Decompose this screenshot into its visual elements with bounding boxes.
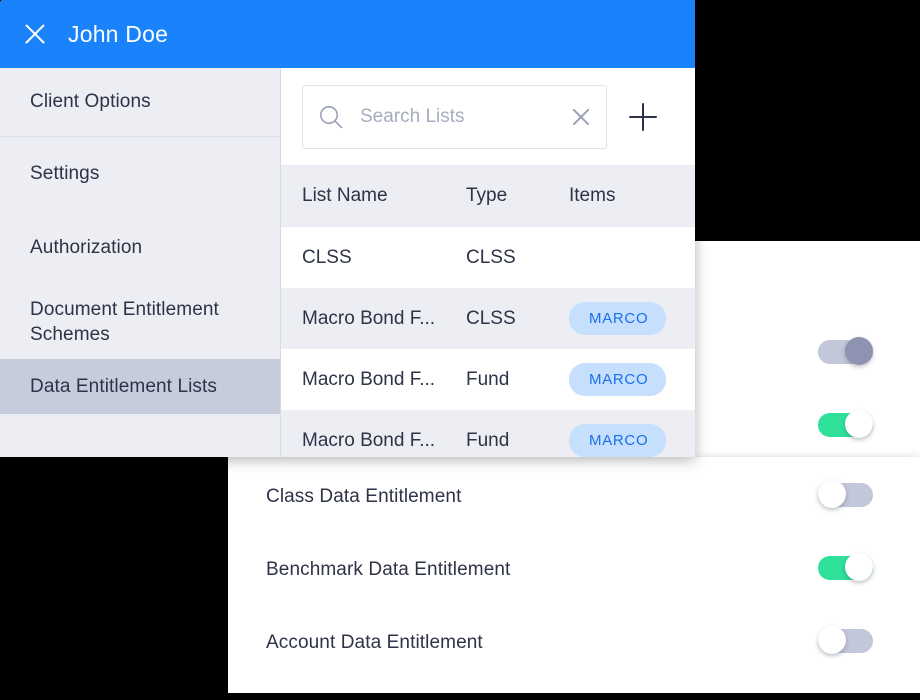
- cell-list-name: Macro Bond F...: [302, 368, 436, 390]
- lists-pane: List Name Type Items CLSS CLSS Macro Bon…: [281, 68, 695, 457]
- client-dialog: John Doe Client Options Settings Authori…: [0, 0, 695, 457]
- table-header-row: List Name Type Items: [281, 165, 695, 227]
- toggle-knob: [818, 480, 846, 508]
- entitlement-row-class-data[interactable]: Class Data Entitlement: [228, 460, 920, 533]
- sidebar-item-document-entitlement-schemes[interactable]: Document Entitlement Schemes: [0, 285, 280, 359]
- entitlement-row-benchmark-data[interactable]: Benchmark Data Entitlement: [228, 533, 920, 606]
- search-toolbar: [281, 68, 695, 165]
- items-chip: MARCO: [569, 363, 667, 396]
- table-row[interactable]: Macro Bond F... Fund MARCO: [281, 349, 695, 410]
- cell-list-name: Macro Bond F...: [302, 307, 436, 329]
- close-icon[interactable]: [20, 19, 50, 49]
- entitlement-label: Class Data Entitlement: [266, 485, 462, 507]
- items-chip: MARCO: [569, 424, 667, 457]
- table-row[interactable]: Macro Bond F... Fund MARCO: [281, 410, 695, 457]
- account-data-entitlement-toggle[interactable]: [818, 626, 873, 654]
- entitlement-toggle-wrap: [818, 410, 873, 443]
- sidebar-item-client-options[interactable]: Client Options: [0, 68, 280, 137]
- toggle-knob: [845, 337, 873, 365]
- sidebar-item-label: Document Entitlement Schemes: [30, 299, 219, 345]
- toggle-knob: [845, 410, 873, 438]
- search-icon: [318, 104, 344, 130]
- sidebar-item-label: Client Options: [30, 91, 151, 112]
- toggle-knob: [845, 553, 873, 581]
- entitlement-row-account-data[interactable]: Account Data Entitlement: [228, 606, 920, 679]
- entitlement-label: Account Data Entitlement: [266, 631, 483, 653]
- plus-icon[interactable]: [621, 95, 665, 139]
- toggle-knob: [818, 626, 846, 654]
- clear-icon[interactable]: [570, 106, 592, 128]
- dialog-sidebar: Client Options Settings Authorization Do…: [0, 68, 281, 457]
- class-data-entitlement-toggle[interactable]: [818, 480, 873, 508]
- cell-list-name: Macro Bond F...: [302, 429, 436, 451]
- dialog-titlebar: John Doe: [0, 0, 695, 68]
- benchmark-data-entitlement-toggle[interactable]: [818, 553, 873, 581]
- column-header-items: Items: [569, 185, 616, 206]
- entitlement-toggle-wrap: [818, 626, 873, 659]
- table-row[interactable]: Macro Bond F... CLSS MARCO: [281, 288, 695, 349]
- cell-type: Fund: [466, 429, 510, 451]
- sidebar-item-label: Settings: [30, 163, 100, 184]
- cell-type: Fund: [466, 368, 510, 390]
- cell-items: MARCO: [569, 363, 695, 396]
- entitlement-label: Benchmark Data Entitlement: [266, 558, 511, 580]
- sidebar-item-label: Data Entitlement Lists: [30, 375, 218, 397]
- cell-type: CLSS: [466, 246, 516, 268]
- column-header-type: Type: [466, 185, 508, 206]
- column-header-list-name: List Name: [302, 185, 388, 206]
- screen: Class Data Entitlement Benchmark Data En…: [0, 0, 920, 700]
- items-chip: MARCO: [569, 302, 667, 335]
- entitlement-toggle-wrap: [818, 553, 873, 586]
- cell-list-name: CLSS: [302, 246, 352, 268]
- cell-type: CLSS: [466, 307, 516, 329]
- sidebar-item-settings[interactable]: Settings: [0, 137, 280, 211]
- sidebar-item-data-entitlement-lists[interactable]: Data Entitlement Lists: [0, 359, 280, 414]
- sidebar-item-authorization[interactable]: Authorization: [0, 211, 280, 285]
- entitlement-toggle-wrap: [818, 337, 873, 370]
- dialog-title: John Doe: [68, 20, 169, 47]
- entitlement-toggle[interactable]: [818, 337, 873, 365]
- cell-items: MARCO: [569, 424, 695, 457]
- search-box[interactable]: [302, 84, 607, 149]
- entitlement-toggle[interactable]: [818, 410, 873, 438]
- search-input[interactable]: [358, 104, 564, 129]
- entitlement-toggle-wrap: [818, 480, 873, 513]
- table-row[interactable]: CLSS CLSS: [281, 227, 695, 288]
- lists-table: List Name Type Items CLSS CLSS Macro Bon…: [281, 165, 695, 457]
- cell-items: MARCO: [569, 302, 695, 335]
- sidebar-item-label: Authorization: [30, 237, 143, 258]
